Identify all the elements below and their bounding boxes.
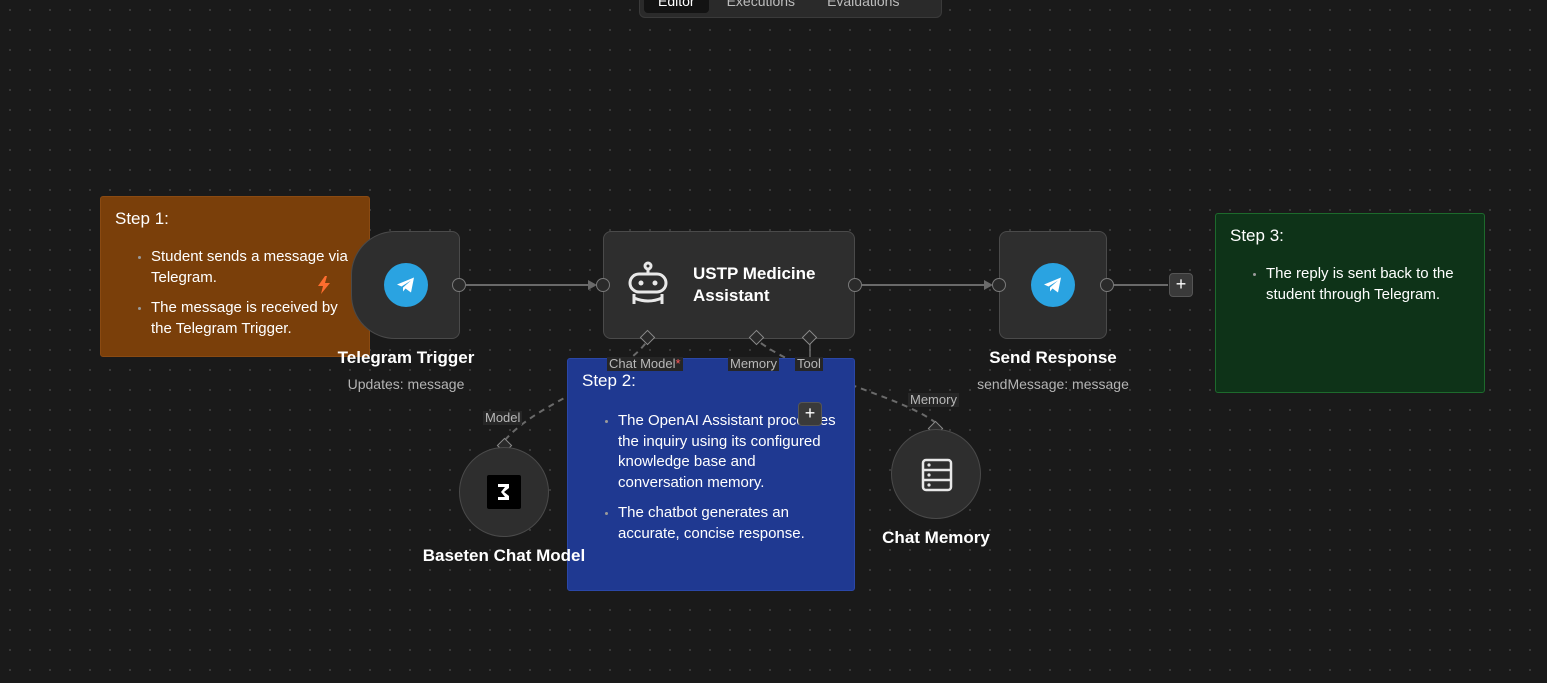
sticky-list: The reply is sent back to the student th…: [1230, 264, 1470, 305]
node-title: Send Response: [989, 348, 1117, 367]
chat-model-port-label: Chat Model*: [607, 357, 683, 371]
agent-output-handle[interactable]: [848, 278, 862, 292]
tool-port-label: Tool: [795, 356, 823, 371]
node-subtitle: Updates: message: [347, 376, 465, 392]
agent-input-handle[interactable]: [596, 278, 610, 292]
view-tabs: Editor Executions Evaluations: [639, 0, 942, 18]
list-item: The reply is sent back to the student th…: [1266, 264, 1470, 305]
node-subtitle: sendMessage: message: [977, 376, 1129, 392]
sticky-title: Step 2:: [582, 371, 636, 390]
chat-memory-node[interactable]: [891, 429, 981, 519]
memory-node-port-label: Memory: [908, 392, 959, 407]
memory-port-label: Memory: [728, 356, 779, 371]
telegram-icon: [384, 263, 428, 307]
list-item: The chatbot generates an accurate, conci…: [618, 503, 840, 544]
sticky-note-step-2[interactable]: Step 2: The OpenAI Assistant processes t…: [567, 358, 855, 591]
sticky-title: Step 3:: [1230, 226, 1284, 245]
sticky-note-step-3[interactable]: Step 3: The reply is sent back to the st…: [1215, 213, 1485, 393]
node-title: Chat Memory: [882, 528, 990, 547]
sticky-title: Step 1:: [115, 209, 169, 228]
tab-evaluations[interactable]: Evaluations: [813, 0, 913, 13]
model-port-label: Model: [483, 410, 523, 425]
sticky-list: The OpenAI Assistant processes the inqui…: [582, 411, 840, 544]
baseten-chat-model-node[interactable]: [459, 447, 549, 537]
baseten-icon: [487, 475, 521, 509]
port-label-text: Chat Model: [609, 356, 676, 371]
tab-editor[interactable]: Editor: [644, 0, 709, 13]
robot-icon: [628, 261, 668, 304]
ustp-medicine-assistant-node[interactable]: USTP Medicine Assistant: [603, 231, 855, 339]
add-node-button[interactable]: +: [1169, 273, 1193, 297]
send-output-handle[interactable]: [1100, 278, 1114, 292]
node-title: USTP Medicine Assistant: [693, 264, 816, 305]
node-title: Telegram Trigger: [337, 348, 475, 367]
list-item: The message is received by the Telegram …: [151, 298, 355, 339]
database-icon: [921, 458, 953, 492]
telegram-icon: [1031, 263, 1075, 307]
required-marker: *: [675, 356, 681, 371]
node-title: Baseten Chat Model: [422, 546, 586, 565]
trigger-bolt-icon: [318, 276, 330, 294]
add-tool-button[interactable]: +: [798, 402, 822, 426]
send-input-handle[interactable]: [992, 278, 1006, 292]
tab-executions[interactable]: Executions: [713, 0, 809, 13]
send-response-node[interactable]: [999, 231, 1107, 339]
telegram-trigger-node[interactable]: [351, 231, 460, 339]
trigger-output-handle[interactable]: [452, 278, 466, 292]
